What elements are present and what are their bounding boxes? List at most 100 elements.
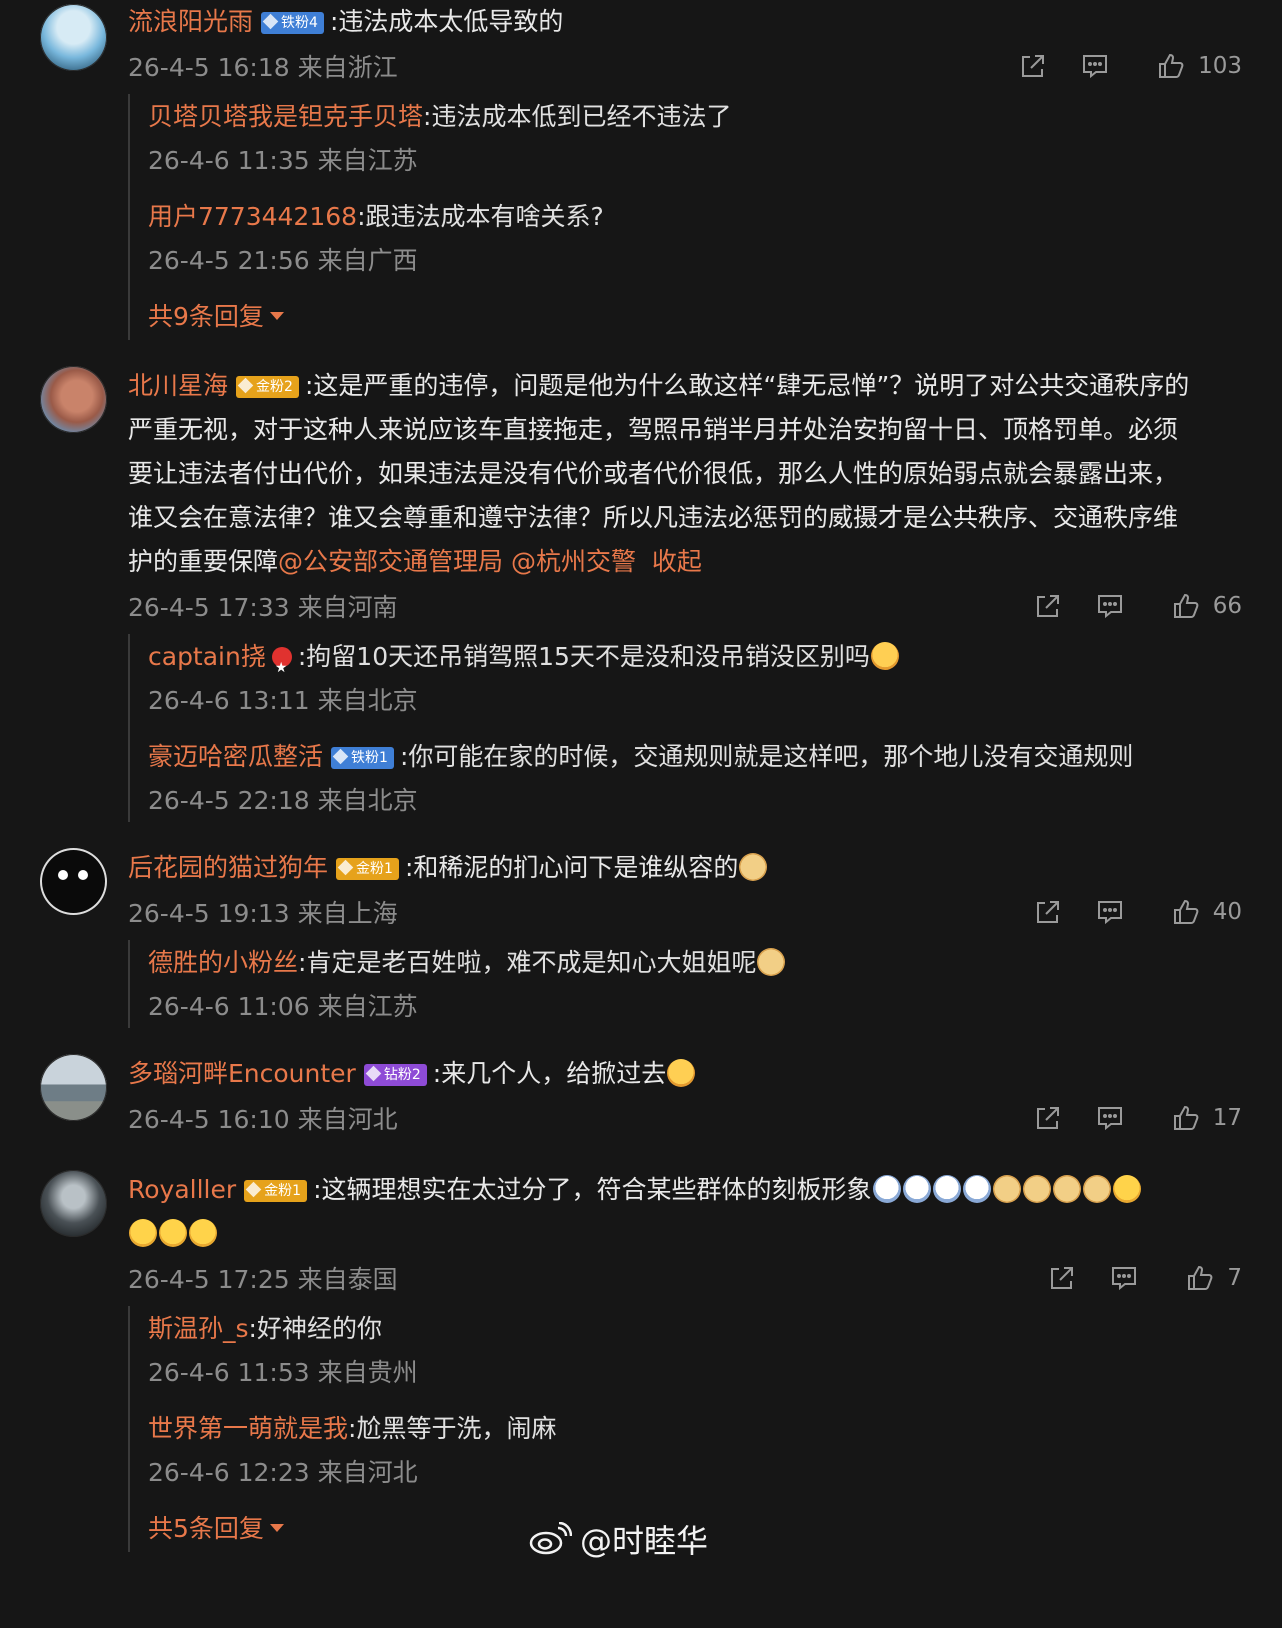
- badge-label: 铁粉1: [351, 750, 388, 766]
- comment-text: 流浪阳光雨 铁粉4:违法成本太低导致的: [128, 0, 1242, 44]
- timestamp: 26-4-5 17:33 来自河南: [128, 593, 398, 622]
- share-icon: [1036, 1107, 1059, 1129]
- fear-emoji-icon: [932, 1175, 961, 1203]
- timestamp: 26-4-5 19:13 来自上海: [128, 899, 398, 928]
- fear-emoji-icon: [962, 1175, 991, 1203]
- timestamp: 26-4-5 16:10 来自河北: [128, 1105, 398, 1134]
- watermark-text: @时睦华: [580, 1522, 709, 1560]
- username[interactable]: Royalller: [128, 1175, 236, 1204]
- like-button[interactable]: 40: [1171, 897, 1242, 927]
- comment-button[interactable]: [1079, 1103, 1141, 1133]
- comment-item: 后花园的猫过狗年 金粉1:和稀泥的扪心问下是谁纵容的 26-4-5 19:13 来…: [0, 846, 1282, 1028]
- comment-body: :这辆理想实在太过分了，符合某些群体的刻板形象: [313, 1175, 872, 1204]
- avatar[interactable]: [40, 366, 107, 433]
- like-count: 66: [1212, 593, 1242, 619]
- reply-timestamp: 26-4-6 11:53 来自贵州: [148, 1358, 418, 1387]
- comment-item: Royalller 金粉1:这辆理想实在太过分了，符合某些群体的刻板形象 26-4…: [0, 1168, 1282, 1552]
- share-icon: [1036, 901, 1059, 923]
- username[interactable]: 后花园的猫过狗年: [128, 853, 328, 882]
- reply-username[interactable]: captain挠: [148, 642, 266, 671]
- avatar[interactable]: [40, 848, 107, 915]
- fan-badge: 铁粉1: [331, 747, 394, 769]
- comment-item: 流浪阳光雨 铁粉4:违法成本太低导致的 26-4-5 16:18 来自浙江 103…: [0, 0, 1282, 340]
- reply-username[interactable]: 用户7773442168: [148, 202, 357, 231]
- thinking-emoji-icon: [189, 1219, 217, 1247]
- gem-icon: [337, 859, 354, 876]
- more-replies-label: 共9条回复: [148, 302, 264, 331]
- thumbs-up-icon: [1159, 53, 1184, 78]
- comment-button[interactable]: [1093, 1263, 1155, 1293]
- fan-badge: 金粉2: [236, 376, 299, 398]
- reply-text: :跟违法成本有啥关系?: [357, 202, 604, 231]
- comment-meta: 26-4-5 16:10 来自河北 17: [128, 1096, 1242, 1140]
- fan-badge: 金粉1: [336, 858, 399, 880]
- like-button[interactable]: 7: [1185, 1263, 1242, 1293]
- caret-down-icon: [269, 1524, 284, 1532]
- avatar[interactable]: [40, 4, 107, 71]
- comment-meta: 26-4-5 19:13 来自上海 40: [128, 890, 1242, 934]
- share-icon: [1051, 1267, 1074, 1289]
- diamond-icon: [365, 1065, 382, 1082]
- share-button[interactable]: [1017, 1103, 1079, 1133]
- fan-badge: 铁粉4: [261, 12, 324, 34]
- comment-meta: 26-4-5 16:18 来自浙江 103: [128, 44, 1242, 88]
- diamond-icon: [332, 748, 349, 765]
- reply-timestamp: 26-4-6 11:35 来自江苏: [148, 146, 418, 175]
- share-button[interactable]: [1031, 1263, 1093, 1293]
- comment-icon: [1097, 595, 1122, 619]
- comment-icon: [1083, 55, 1108, 79]
- fan-badge: 钻粉2: [363, 1064, 427, 1086]
- avatar[interactable]: [40, 1170, 107, 1237]
- fan-badge: 金粉1: [244, 1180, 308, 1202]
- share-icon: [1022, 55, 1045, 77]
- reply-text: :拘留10天还吊销驾照15天不是没和没吊销没区别吗: [297, 642, 870, 671]
- doge-emoji-icon: [1082, 1175, 1111, 1203]
- share-button[interactable]: [1002, 51, 1064, 81]
- reply-username[interactable]: 斯温孙_s: [148, 1314, 249, 1343]
- doge-emoji-icon: [757, 948, 786, 976]
- avatar[interactable]: [40, 1054, 107, 1121]
- doge-emoji-icon: [739, 853, 768, 881]
- reply-username[interactable]: 德胜的小粉丝: [148, 948, 298, 977]
- reply-list: captain挠:拘留10天还吊销驾照15天不是没和没吊销没区别吗 26-4-6…: [128, 634, 1242, 822]
- collapse-link[interactable]: 收起: [652, 547, 702, 576]
- thinking-emoji-icon: [1112, 1175, 1141, 1203]
- reply-username[interactable]: 世界第一萌就是我: [148, 1414, 348, 1443]
- thinking-emoji-icon: [129, 1219, 157, 1247]
- reply-item: 德胜的小粉丝:肯定是老百姓啦，难不成是知心大姐姐呢: [148, 940, 1242, 986]
- comment-body: 谁又会在意法律？谁又会尊重和遵守法律？所以凡违法必惩罚的威摄才是公共秩序、交通秩…: [128, 503, 1179, 532]
- like-button[interactable]: 17: [1171, 1103, 1242, 1133]
- like-button[interactable]: 103: [1156, 51, 1242, 81]
- reply-text: :好神经的你: [248, 1314, 382, 1343]
- mention-link[interactable]: @公安部交通管理局: [278, 547, 503, 576]
- comment-body: 护的重要保障: [128, 547, 279, 576]
- reply-item: 豪迈哈密瓜整活 铁粉1:你可能在家的时候，交通规则就是这样吧，那个地儿没有交通规则: [148, 734, 1242, 780]
- comment-button[interactable]: [1079, 591, 1141, 621]
- laugh-cry-emoji-icon: [870, 642, 899, 670]
- comment-text: 后花园的猫过狗年 金粉1:和稀泥的扪心问下是谁纵容的: [128, 846, 1242, 890]
- comment-body: :违法成本太低导致的: [329, 7, 564, 36]
- comment-button[interactable]: [1064, 51, 1126, 81]
- fear-emoji-icon: [872, 1175, 901, 1203]
- mention-link[interactable]: @杭州交警: [511, 547, 636, 576]
- share-button[interactable]: [1017, 897, 1079, 927]
- reply-item: 世界第一萌就是我:尬黑等于洗，闹麻: [148, 1406, 1242, 1452]
- username[interactable]: 多瑙河畔Encounter: [128, 1059, 356, 1088]
- comment-icon: [1112, 1267, 1137, 1291]
- comment-text: 多瑙河畔Encounter 钻粉2:来几个人，给掀过去: [128, 1052, 1242, 1096]
- shocked-emoji-icon: [667, 1059, 696, 1087]
- like-button[interactable]: 66: [1171, 591, 1242, 621]
- reply-username[interactable]: 贝塔贝塔我是钽克手贝塔: [148, 102, 423, 131]
- share-button[interactable]: [1017, 591, 1079, 621]
- thinking-emoji-icon: [159, 1219, 187, 1247]
- username[interactable]: 北川星海: [128, 371, 228, 400]
- like-count: 7: [1227, 1265, 1242, 1291]
- comment-button[interactable]: [1079, 897, 1141, 927]
- reply-username[interactable]: 豪迈哈密瓜整活: [148, 742, 323, 771]
- more-replies-link[interactable]: 共9条回复: [148, 294, 1242, 340]
- timestamp: 26-4-5 16:18 来自浙江: [128, 53, 398, 82]
- doge-emoji-icon: [992, 1175, 1021, 1203]
- weibo-logo-icon: [529, 1522, 572, 1555]
- like-count: 17: [1212, 1105, 1242, 1131]
- username[interactable]: 流浪阳光雨: [128, 7, 253, 36]
